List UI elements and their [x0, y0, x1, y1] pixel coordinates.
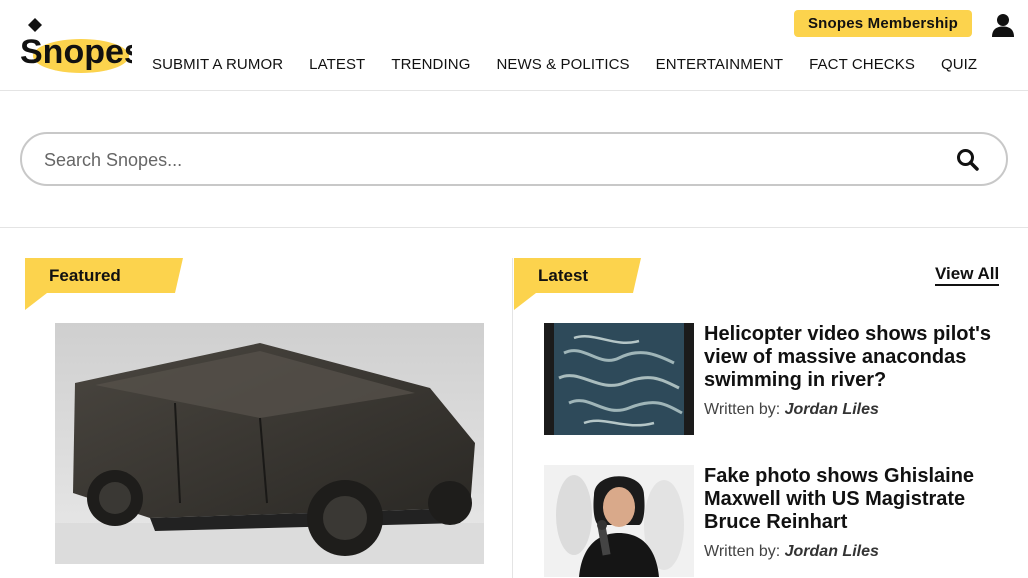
- nav-news-politics[interactable]: NEWS & POLITICS: [496, 56, 629, 73]
- article-thumbnail[interactable]: [544, 323, 694, 435]
- nav-fact-checks[interactable]: FACT CHECKS: [809, 56, 915, 73]
- search-band: [0, 91, 1028, 228]
- main-nav: SUBMIT A RUMOR LATEST TRENDING NEWS & PO…: [152, 56, 977, 73]
- article-thumbnail[interactable]: [544, 465, 694, 577]
- article-title[interactable]: Fake photo shows Ghislaine Maxwell with …: [704, 465, 1004, 534]
- latest-label: Latest: [514, 258, 644, 310]
- article-title[interactable]: Helicopter video shows pilot's view of m…: [704, 323, 1004, 392]
- featured-image[interactable]: [55, 323, 484, 564]
- snopes-logo[interactable]: Snopes: [18, 16, 143, 76]
- nav-entertainment[interactable]: ENTERTAINMENT: [656, 56, 783, 73]
- byline-prefix: Written by:: [704, 401, 781, 418]
- article-byline: Written by: Jordan Liles: [704, 543, 879, 561]
- column-divider: [512, 258, 513, 578]
- membership-button[interactable]: Snopes Membership: [794, 10, 972, 37]
- article-byline: Written by: Jordan Liles: [704, 401, 879, 419]
- search-box: [20, 132, 1008, 186]
- latest-article[interactable]: Fake photo shows Ghislaine Maxwell with …: [544, 465, 1004, 578]
- view-all-link[interactable]: View All: [935, 264, 1000, 286]
- nav-submit-rumor[interactable]: SUBMIT A RUMOR: [152, 56, 283, 73]
- search-input[interactable]: [44, 146, 924, 174]
- nav-trending[interactable]: TRENDING: [391, 56, 470, 73]
- user-icon[interactable]: [990, 12, 1016, 38]
- latest-label-text: Latest: [538, 266, 589, 285]
- featured-label: Featured: [25, 258, 185, 310]
- featured-label-text: Featured: [49, 266, 121, 285]
- nav-latest[interactable]: LATEST: [309, 56, 365, 73]
- nav-quiz[interactable]: QUIZ: [941, 56, 977, 73]
- logo-text: Snopes: [20, 33, 132, 71]
- byline-author[interactable]: Jordan Liles: [785, 401, 879, 418]
- site-header: Snopes SUBMIT A RUMOR LATEST TRENDING NE…: [0, 0, 1028, 91]
- search-icon[interactable]: [956, 148, 980, 172]
- latest-article[interactable]: Helicopter video shows pilot's view of m…: [544, 323, 1004, 443]
- byline-prefix: Written by:: [704, 543, 781, 560]
- byline-author[interactable]: Jordan Liles: [785, 543, 879, 560]
